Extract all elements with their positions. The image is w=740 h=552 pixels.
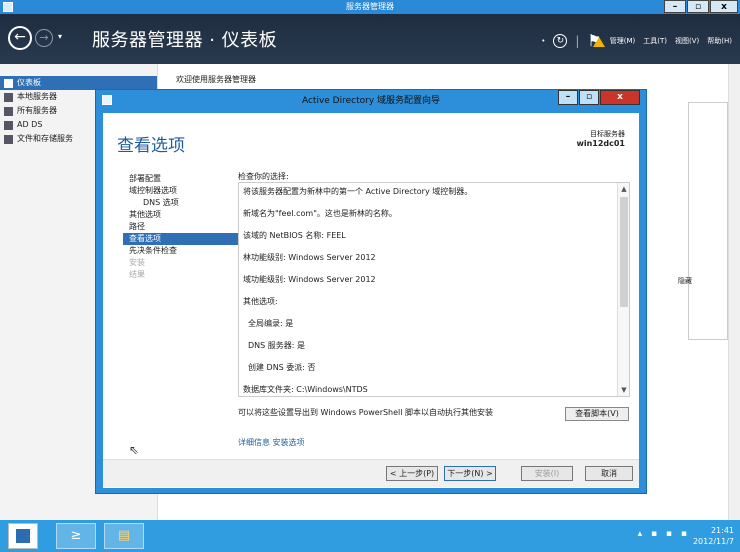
system-tray-icons[interactable]: ▴ ▪ ▪ ▪ [638, 529, 690, 539]
dashboard-panel [688, 102, 728, 340]
dialog-body: 查看选项 目标服务器 win12dc01 部署配置 域控制器选项 DNS 选项 … [103, 113, 639, 488]
breadcrumb-title: 服务器管理器 · 仪表板 [92, 30, 278, 51]
dialog-titlebar: Active Directory 域服务配置向导 – ▫ x [96, 90, 646, 112]
review-line: 创建 DNS 委派: 否 [248, 363, 316, 372]
sidebar-item-label: 本地服务器 [17, 92, 57, 101]
forward-arrow-icon[interactable]: → [35, 29, 53, 47]
review-line: 全局编录: 是 [248, 319, 294, 328]
target-server-label: 目标服务器 [590, 130, 625, 138]
review-line: 域功能级别: Windows Server 2012 [243, 275, 376, 284]
review-line: DNS 服务器: 是 [248, 341, 306, 350]
review-scrollbar[interactable]: ▲ ▼ [617, 183, 629, 396]
maximize-button[interactable]: ▫ [687, 0, 709, 13]
sidebar-item-label: AD DS [17, 120, 43, 129]
server-manager-app-icon [3, 2, 13, 12]
step-additional-options[interactable]: 其他选项 [123, 209, 243, 221]
dialog-controls: – ▫ x [558, 90, 640, 105]
back-arrow-icon[interactable]: ← [8, 26, 32, 50]
close-button[interactable]: x [710, 0, 738, 13]
previous-button[interactable]: < 上一步(P) [386, 466, 438, 481]
dialog-button-bar: < 上一步(P) 下一步(N) > 安装(I) 取消 [103, 459, 639, 487]
sidebar-item-dashboard[interactable]: 仪表板 [0, 76, 157, 90]
sidebar-item-label: 所有服务器 [17, 106, 57, 115]
notifications-flag-icon[interactable]: ⚑ [587, 31, 606, 50]
wizard-app-icon [102, 95, 112, 105]
scroll-thumb[interactable] [620, 197, 628, 307]
scroll-up-icon[interactable]: ▲ [618, 183, 630, 195]
step-deployment-config[interactable]: 部署配置 [123, 173, 243, 185]
step-installation: 安装 [129, 258, 145, 267]
next-button[interactable]: 下一步(N) > [444, 466, 496, 481]
review-line: 数据库文件夹: C:\Windows\NTDS [243, 385, 368, 394]
menu-help[interactable]: 帮助(H) [707, 36, 732, 46]
server-manager-taskbar-icon[interactable] [8, 523, 38, 549]
clock-time: 21:41 [710, 526, 734, 535]
menu-manage[interactable]: 管理(M) [610, 36, 636, 46]
window-titlebar: 服务器管理器 – ▫ x [0, 0, 740, 14]
sidebar-item-label: 文件和存储服务 [17, 134, 73, 143]
review-line: 新域名为"feel.com"。这也是新林的名称。 [243, 209, 397, 218]
ad-ds-wizard-dialog: Active Directory 域服务配置向导 – ▫ x 查看选项 目标服务… [95, 89, 647, 494]
view-script-button[interactable]: 查看脚本(V) [565, 407, 629, 421]
window-controls: – ▫ x [664, 0, 738, 14]
review-line: 其他选项: [243, 297, 278, 306]
dialog-title: Active Directory 域服务配置向导 [301, 96, 441, 106]
step-dns-options[interactable]: DNS 选项 [123, 197, 243, 209]
main-scrollbar[interactable] [728, 64, 740, 520]
step-paths[interactable]: 路径 [123, 221, 243, 233]
powershell-icon[interactable]: ≥ [56, 523, 96, 549]
taskbar: ≥ ▤ ▴ ▪ ▪ ▪ 21:41 2012/11/7 [0, 520, 740, 552]
mouse-cursor-icon: ⇖ [129, 443, 140, 457]
page-title: 查看选项 [117, 136, 185, 156]
step-prerequisites-check[interactable]: 先决条件检查 [123, 245, 243, 257]
history-dropdown-icon[interactable]: ▾ [58, 32, 62, 41]
separator: | [575, 33, 580, 48]
warning-icon [593, 37, 606, 47]
dialog-maximize-button[interactable]: ▫ [579, 90, 599, 105]
refresh-icon[interactable]: ↻ [553, 33, 568, 48]
servers-icon [4, 106, 13, 116]
target-server-name: win12dc01 [576, 139, 625, 148]
hide-link[interactable]: 隐藏 [678, 276, 692, 286]
app-header: ← → ▾ 服务器管理器 · 仪表板 • ↻ | ⚑ 管理(M) 工具(T) 视… [0, 14, 740, 64]
step-results: 结果 [129, 270, 145, 279]
dialog-close-button[interactable]: x [600, 90, 640, 105]
sidebar-item-label: 仪表板 [17, 78, 41, 87]
export-script-text: 可以将这些设置导出到 Windows PowerShell 脚本以自动执行其他安… [238, 408, 494, 417]
server-icon [4, 92, 13, 102]
welcome-heading: 欢迎使用服务器管理器 [176, 75, 256, 84]
step-review-options[interactable]: 查看选项 [123, 233, 243, 245]
scroll-down-icon[interactable]: ▼ [618, 384, 630, 396]
wizard-steps: 部署配置 域控制器选项 DNS 选项 其他选项 路径 查看选项 先决条件检查 安… [123, 173, 243, 281]
menu-tools[interactable]: 工具(T) [643, 36, 667, 46]
review-line: 该域的 NetBIOS 名称: FEEL [243, 231, 346, 240]
dashboard-icon [4, 78, 13, 88]
header-menu: • ↻ | ⚑ 管理(M) 工具(T) 视图(V) 帮助(H) [541, 31, 732, 50]
clock-date: 2012/11/7 [692, 537, 734, 546]
step-dc-options[interactable]: 域控制器选项 [123, 185, 243, 197]
history-dropdown-small-icon[interactable]: • [541, 37, 545, 45]
window-title: 服务器管理器 [346, 2, 394, 11]
ad-ds-icon [4, 120, 13, 130]
install-button: 安装(I) [521, 466, 573, 481]
clock[interactable]: 21:41 2012/11/7 [693, 525, 734, 547]
file-storage-icon [4, 134, 13, 144]
review-line: 林功能级别: Windows Server 2012 [243, 253, 376, 262]
review-line: 将该服务器配置为新林中的第一个 Active Directory 域控制器。 [243, 187, 473, 196]
more-info-link[interactable]: 详细信息 安装选项 [238, 437, 305, 448]
cancel-button[interactable]: 取消 [585, 466, 633, 481]
menu-view[interactable]: 视图(V) [675, 36, 699, 46]
minimize-button[interactable]: – [664, 0, 686, 13]
review-textbox[interactable]: 将该服务器配置为新林中的第一个 Active Directory 域控制器。 新… [238, 182, 630, 397]
review-label: 检查你的选择: [238, 172, 289, 181]
dialog-minimize-button[interactable]: – [558, 90, 578, 105]
file-explorer-icon[interactable]: ▤ [104, 523, 144, 549]
